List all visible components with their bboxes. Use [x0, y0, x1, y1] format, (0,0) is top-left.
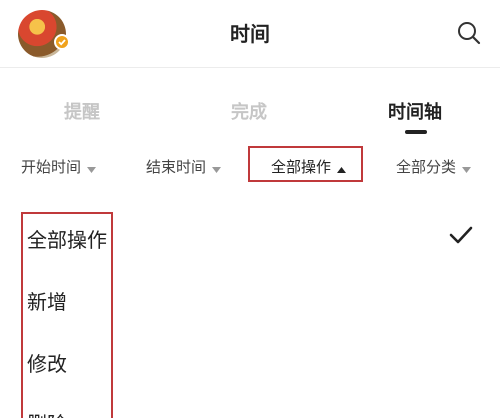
filter-end-time-label: 结束时间 [146, 158, 207, 176]
page-title: 时间 [230, 22, 270, 46]
tab-bar: 提醒 完成 时间轴 [0, 90, 500, 140]
filter-all-categories[interactable]: 全部分类 [396, 156, 472, 177]
search-icon[interactable] [456, 20, 482, 46]
highlight-box-filter [248, 146, 363, 182]
filter-start-time[interactable]: 开始时间 [21, 156, 97, 177]
tab-timeline[interactable]: 时间轴 [388, 98, 442, 124]
tab-completed[interactable]: 完成 [231, 98, 267, 124]
tab-reminder[interactable]: 提醒 [64, 98, 100, 124]
caret-down-icon [462, 159, 472, 177]
check-icon [448, 222, 474, 248]
filter-all-categories-label: 全部分类 [396, 158, 457, 176]
caret-down-icon [212, 159, 222, 177]
filter-start-time-label: 开始时间 [21, 158, 82, 176]
highlight-box-options [21, 212, 113, 418]
filter-end-time[interactable]: 结束时间 [146, 156, 222, 177]
active-tab-indicator [405, 130, 427, 134]
caret-down-icon [87, 159, 97, 177]
top-bar: 时间 [0, 0, 500, 68]
